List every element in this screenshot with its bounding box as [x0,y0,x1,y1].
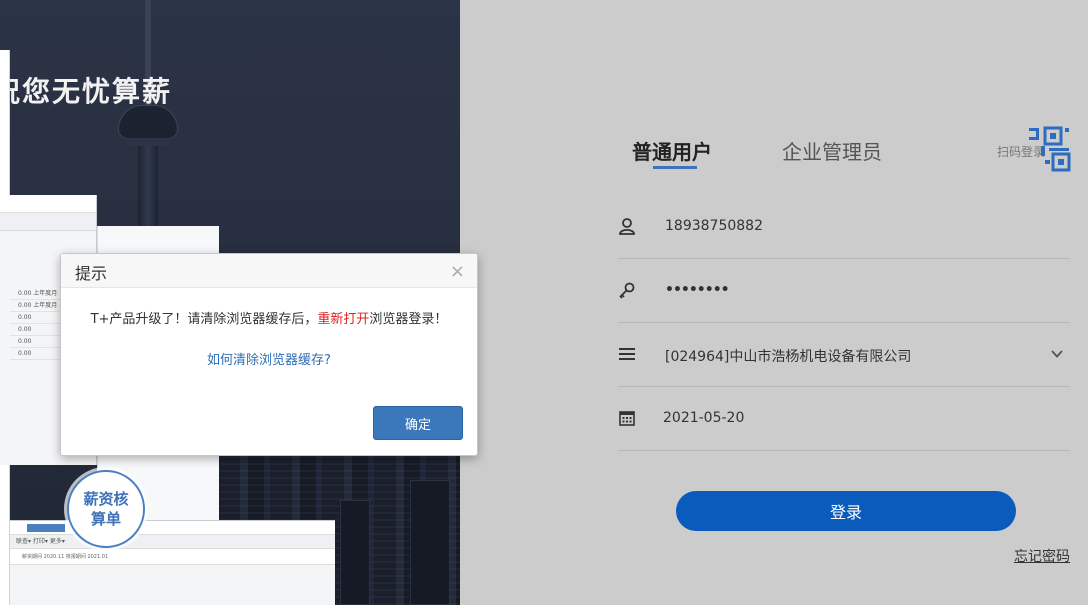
confirm-button[interactable]: 确定 [373,406,463,440]
mock-bottom-titlebar [10,521,335,535]
tab-regular-user[interactable]: 普通用户 [632,136,712,165]
forgot-password-link[interactable]: 忘记密码 [1014,546,1070,566]
dialog-message: T+产品升级了！请清除浏览器缓存后，重新打开浏览器登录！ [61,308,477,327]
tower-pod [118,105,178,139]
date-field[interactable]: 2021-05-20 [618,387,1070,451]
dialog-title: 提示 [75,264,108,283]
message-text: T+产品升级了！请清除浏览器缓存后， [90,312,318,327]
company-value: [024964]中山市浩杨机电设备有限公司 [665,349,912,365]
password-field[interactable]: •••••••• [618,259,1070,323]
dialog-header: 提示 × [61,254,477,288]
user-icon [619,218,635,235]
chevron-down-icon[interactable] [1050,347,1064,361]
building [410,480,450,605]
mock-screenshot-bottom: 联查▾ 打印▾ 更多▾ 薪资期间 2020.11 核报期间 2021.01 [10,520,335,605]
calendar-icon [619,411,635,426]
qr-code-icon[interactable] [1027,126,1071,172]
mock-bottom-toolbar: 联查▾ 打印▾ 更多▾ [10,535,335,549]
date-value: 2021-05-20 [663,410,745,426]
key-icon [619,282,635,299]
mock-titlebar [0,195,96,213]
building [340,500,370,605]
mock-toolbar [0,213,96,231]
list-icon [619,348,635,360]
password-value: •••••••• [665,282,730,298]
phone-value: 18938750882 [665,218,763,234]
promo-badge: 薪资核算单 [67,470,145,548]
tab-enterprise-admin[interactable]: 企业管理员 [782,136,882,165]
active-tab-indicator [653,166,697,169]
company-select[interactable]: [024964]中山市浩杨机电设备有限公司 [618,323,1070,387]
promo-title: 祝您无忧算薪 [0,75,173,108]
clear-cache-help-link[interactable]: 如何清除浏览器缓存? [61,349,477,368]
login-button[interactable]: 登录 [676,491,1016,531]
phone-field[interactable]: 18938750882 [618,195,1070,259]
notice-dialog: 提示 × T+产品升级了！请清除浏览器缓存后，重新打开浏览器登录！ 如何清除浏览… [60,253,478,456]
message-highlight: 重新打开 [317,312,370,327]
message-text: 浏览器登录！ [369,312,448,327]
mock-tab-tag [27,524,65,532]
tower-ring [126,138,170,146]
close-icon[interactable]: × [450,261,465,282]
mock-bottom-filter: 薪资期间 2020.11 核报期间 2021.01 [10,549,335,565]
